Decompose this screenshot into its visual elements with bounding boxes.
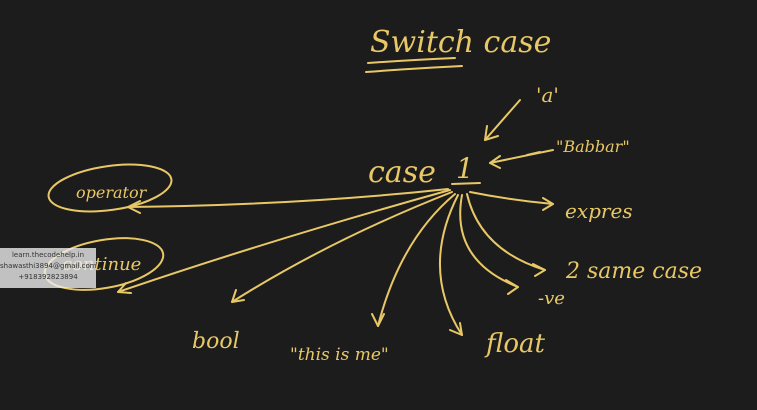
label-a: 'a' [536,83,559,107]
title-underline-2 [365,65,463,73]
arrow-negative [459,194,519,288]
label-bool: bool [192,329,240,354]
arrow-this-is-me [377,193,456,327]
arrow-bool [231,191,453,303]
watermark: learn.thecodehelp.in shawasthi3894@gmail… [0,248,96,288]
center-value: 1 [456,152,474,185]
label-same-case: 2 same case [565,259,702,284]
label-operator: operator [76,183,148,202]
label-expression: expres [565,199,633,223]
handwritten-diagram: Switch case case 1 'a' "Babbar" expres o… [43,25,702,365]
label-float: float [484,329,545,359]
label-negative: -ve [538,288,565,309]
arrow-a [484,99,521,141]
watermark-phone: +918392823894 [18,273,78,281]
center-label: case [368,155,436,190]
label-this-is-me: "this is me" [290,345,389,365]
title: Switch case [370,25,551,60]
watermark-email: shawasthi3894@gmail.com [0,262,96,270]
arrow-same-case [466,193,546,271]
watermark-url: learn.thecodehelp.in [11,251,85,259]
label-string: "Babbar" [556,137,630,156]
arrow-expression [469,191,554,205]
whiteboard: Switch case case 1 'a' "Babbar" expres o… [0,0,757,410]
arrow-float [438,194,463,336]
arrow-continue [117,189,451,293]
